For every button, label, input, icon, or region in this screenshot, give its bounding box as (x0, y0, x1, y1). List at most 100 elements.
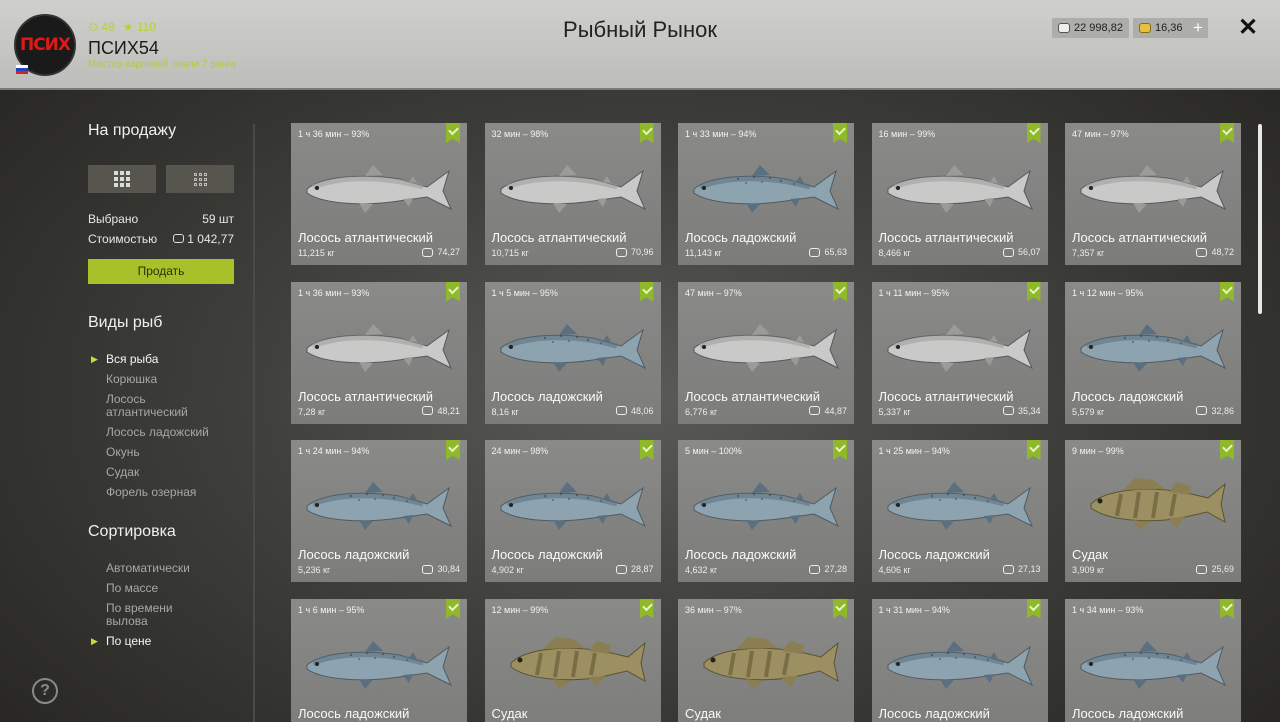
catch-time: 1 ч 6 мин – 95% (298, 604, 365, 615)
fish-card[interactable]: 1 ч 36 мин – 93% Лосось атлантический 7,2… (291, 281, 467, 424)
species-filter-item-2[interactable]: Лосось атлантический (106, 393, 216, 419)
selected-check-icon[interactable] (1220, 598, 1234, 619)
add-gold-button[interactable]: + (1188, 18, 1208, 38)
fish-name: Лосось ладожский (878, 547, 990, 562)
selected-check-icon[interactable] (446, 598, 460, 619)
selected-check-icon[interactable] (639, 123, 654, 143)
sort-option-0[interactable]: Автоматически (106, 562, 216, 575)
selected-check-icon[interactable] (1026, 123, 1041, 143)
salmon-fish-image (686, 310, 846, 380)
coin-icon (809, 406, 821, 415)
fish-name: Лосось ладожский (1072, 388, 1184, 404)
fish-price: 70,96 (615, 247, 654, 257)
fish-card[interactable]: 47 мин – 97% Лосось атлантический 6,776 к… (678, 281, 854, 424)
fish-card[interactable]: 1 ч 24 мин – 94% Лосось ладожский 5,236 к… (291, 440, 467, 582)
fish-card[interactable]: 1 ч 11 мин – 95% Лосось атлантический 5,3… (871, 281, 1048, 424)
sort-option-1[interactable]: По массе (106, 582, 216, 595)
catch-time: 5 мин – 100% (685, 446, 742, 456)
fish-card[interactable]: 24 мин – 98% Лосось ладожский 4,902 кг 28,… (484, 440, 661, 582)
fish-name: Лосось атлантический (878, 388, 1014, 404)
sort-heading: Сортировка (88, 523, 176, 540)
fish-card[interactable]: 12 мин – 99% Судак (484, 598, 661, 722)
species-filter-item-6[interactable]: Форель озерная (106, 486, 216, 499)
fish-card[interactable]: 1 ч 12 мин – 95% Лосось ладожский 5,579 к… (1065, 281, 1241, 424)
player-rank: Мастер карповой ловли 7 ранга (88, 59, 236, 70)
fish-price: 56,07 (1002, 247, 1041, 257)
species-filter-item-3[interactable]: Лосось ладожский (106, 426, 216, 439)
gold-balance: 16,36 (1133, 18, 1189, 38)
selected-check-icon[interactable] (1220, 440, 1234, 460)
fish-card[interactable]: 1 ч 6 мин – 95% Лосось ладожский (291, 598, 467, 722)
fish-card[interactable]: 1 ч 33 мин – 94% Лосось ладожский 11,143 … (678, 123, 854, 265)
fish-card[interactable]: 1 ч 5 мин – 95% Лосось ладожский 8,16 кг 4… (484, 281, 661, 424)
fish-price: 27,13 (1002, 564, 1041, 574)
fish-card[interactable]: 16 мин – 99% Лосось атлантический 8,466 к… (871, 123, 1048, 265)
selected-check-icon[interactable] (446, 123, 460, 143)
fish-card[interactable]: 9 мин – 99% Судак 3,909 кг 25,69 (1065, 440, 1241, 582)
fish-card[interactable]: 1 ч 34 мин – 93% Лосось ладожский (1065, 598, 1241, 722)
selected-check-icon[interactable] (639, 440, 654, 460)
cost-label: Стоимостью (88, 232, 158, 246)
catch-time: 1 ч 25 мин – 94% (878, 446, 950, 456)
fish-name: Лосось ладожский (491, 547, 603, 562)
selected-check-icon[interactable] (833, 281, 847, 302)
catch-time: 1 ч 11 мин – 95% (878, 287, 950, 298)
fish-card[interactable]: 32 мин – 98% Лосось атлантический 10,715 … (484, 123, 661, 265)
fish-name: Судак (685, 705, 721, 721)
sort-option-3[interactable]: По цене (91, 635, 216, 649)
catch-time: 12 мин – 99% (491, 604, 549, 615)
fish-card[interactable]: 1 ч 31 мин – 94% Лосось ладожский (871, 598, 1048, 722)
selected-check-icon[interactable] (639, 281, 654, 302)
selected-check-icon[interactable] (446, 281, 460, 302)
fish-card[interactable]: 1 ч 36 мин – 93% Лосось атлантический 11,… (291, 123, 467, 265)
selected-check-icon[interactable] (833, 598, 847, 619)
fish-price: 27,28 (809, 564, 847, 574)
fish-price: 30,84 (422, 564, 460, 574)
catch-time: 1 ч 33 мин – 94% (685, 129, 757, 139)
selected-row: Выбрано 59 шт (88, 212, 234, 226)
selected-check-icon[interactable] (1026, 281, 1041, 302)
coin-icon (1196, 564, 1208, 574)
fish-card[interactable]: 36 мин – 97% Судак (678, 598, 854, 722)
catch-time: 47 мин – 97% (1072, 129, 1129, 139)
selected-check-icon[interactable] (1026, 598, 1041, 619)
large-grid-view-button[interactable] (88, 165, 156, 193)
fish-price: 74,27 (422, 247, 460, 257)
fish-name: Лосось атлантический (685, 388, 821, 404)
fish-price: 32,86 (1196, 406, 1234, 416)
salmon-fish-image (299, 468, 459, 538)
selected-check-icon[interactable] (1026, 440, 1041, 460)
species-filter-item-4[interactable]: Окунь (106, 446, 216, 459)
fish-name: Судак (491, 705, 528, 721)
fish-name: Лосось атлантический (298, 388, 434, 404)
cost-amount: 1 042,77 (172, 232, 234, 246)
sell-button[interactable]: Продать (88, 259, 234, 284)
small-grid-view-button[interactable] (166, 165, 234, 193)
fish-card[interactable]: 47 мин – 97% Лосось атлантический 7,357 к… (1065, 123, 1241, 265)
species-heading: Виды рыб (88, 314, 163, 331)
species-filter-item-0[interactable]: Вся рыба (91, 353, 216, 367)
help-icon[interactable]: ? (32, 678, 58, 704)
selected-check-icon[interactable] (833, 440, 847, 460)
fish-card[interactable]: 1 ч 25 мин – 94% Лосось ладожский 4,606 к… (871, 440, 1048, 582)
salmon-fish-image (880, 151, 1040, 221)
salmon-fish-image (880, 468, 1040, 538)
scrollbar[interactable] (1258, 124, 1262, 314)
selected-label: Выбрано (88, 212, 139, 226)
fish-card[interactable]: 5 мин – 100% Лосось ладожский 4,632 кг 27,… (678, 440, 854, 582)
salmon-fish-image (1073, 627, 1233, 697)
selected-check-icon[interactable] (446, 440, 460, 460)
species-filter-item-5[interactable]: Судак (106, 466, 216, 479)
fish-price: 44,87 (809, 406, 847, 416)
selected-check-icon[interactable] (833, 123, 847, 143)
fish-name: Судак (1072, 547, 1108, 562)
small-grid-icon (193, 172, 207, 186)
salmon-fish-image (493, 468, 653, 538)
selected-check-icon[interactable] (639, 598, 654, 619)
selected-check-icon[interactable] (1220, 123, 1234, 143)
fish-price: 65,63 (809, 247, 847, 257)
species-filter-item-1[interactable]: Корюшка (106, 373, 216, 386)
close-button[interactable]: ✕ (1238, 14, 1258, 42)
selected-check-icon[interactable] (1220, 281, 1234, 302)
sort-option-2[interactable]: По времени вылова (106, 602, 216, 628)
